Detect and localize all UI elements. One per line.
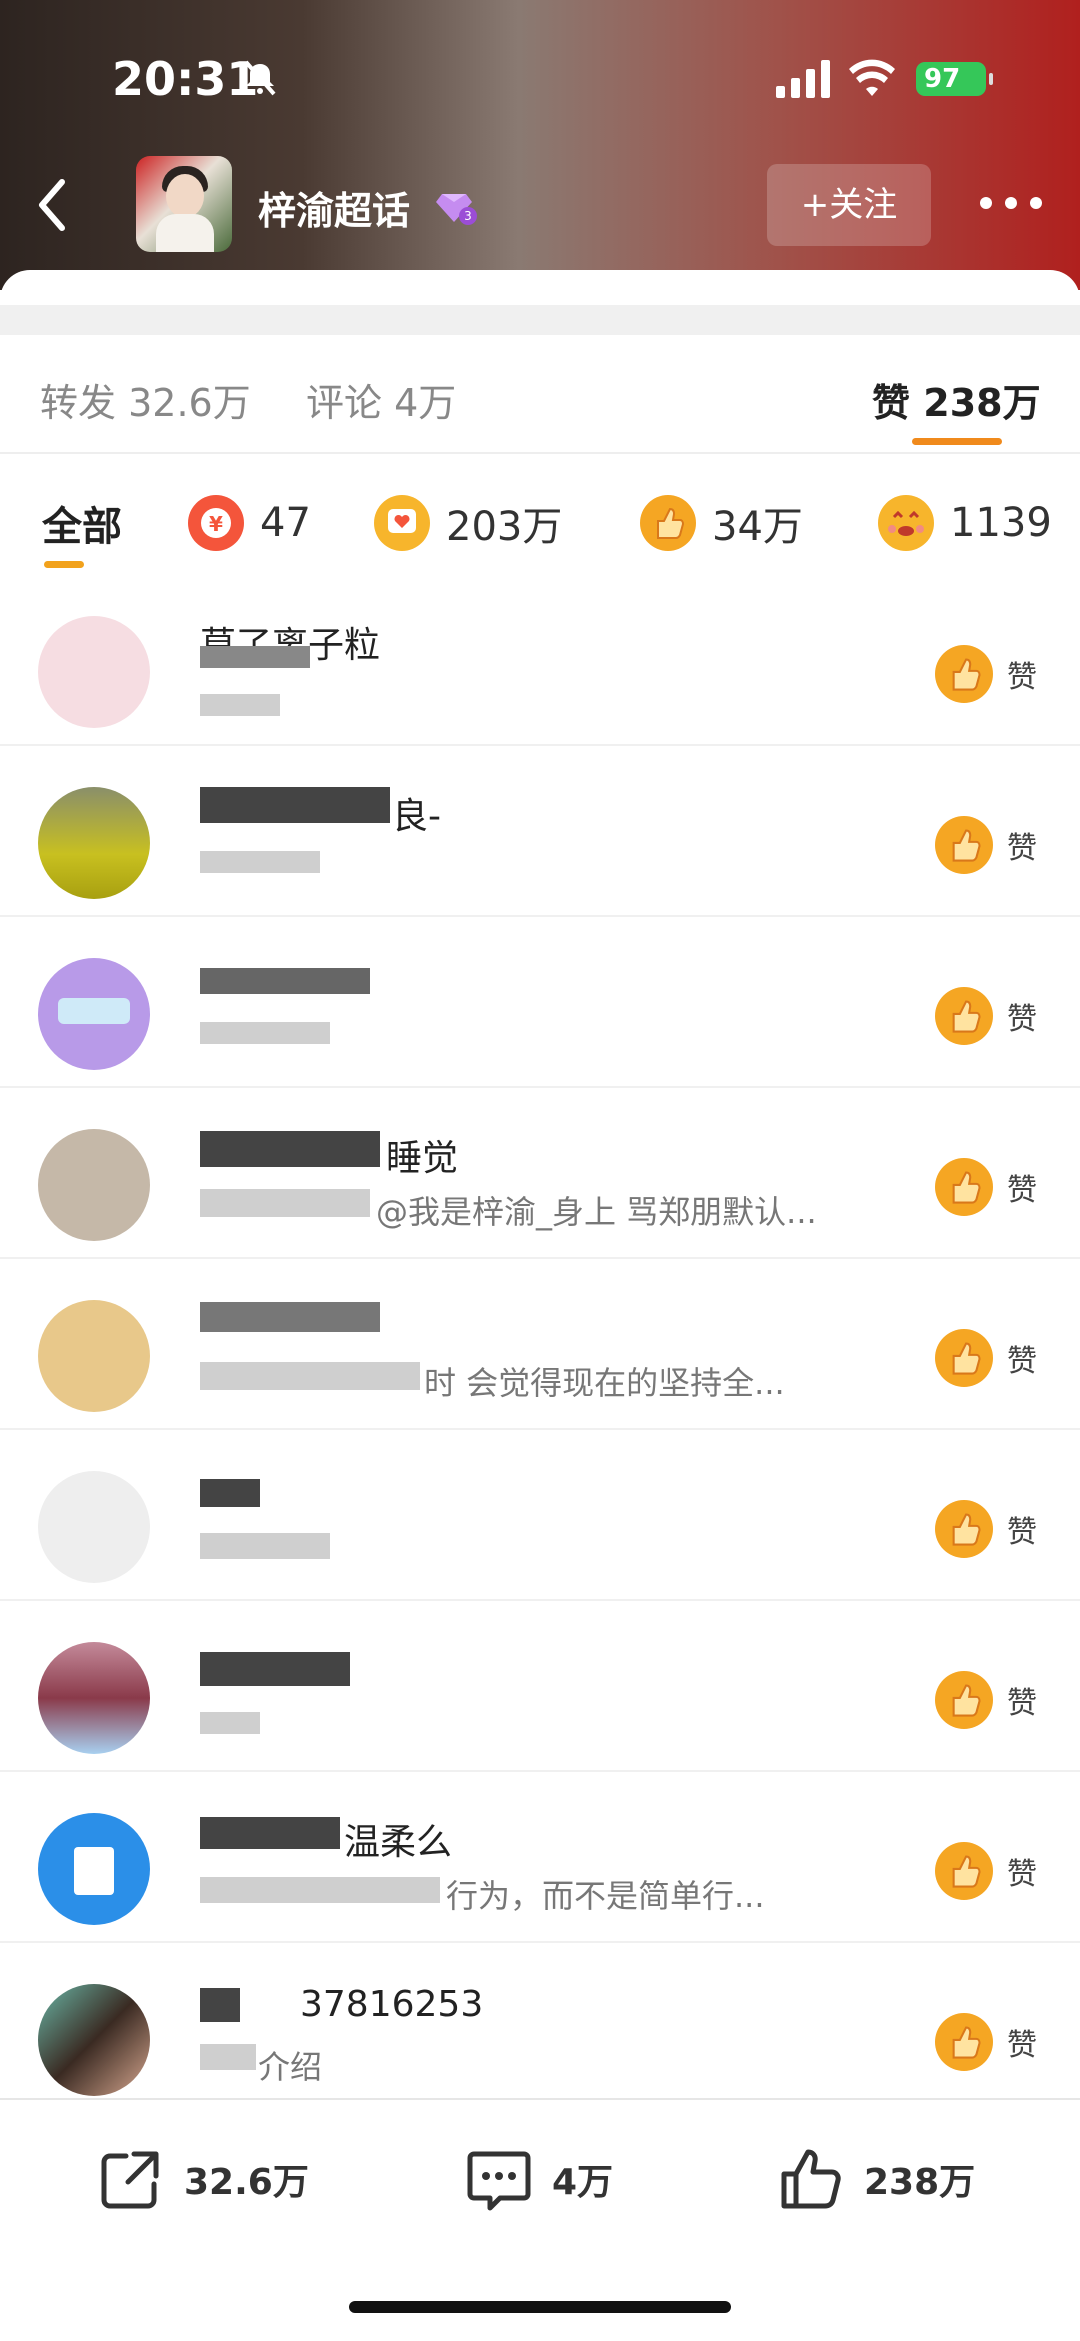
tab-repost[interactable]: 转发 32.6万 [40, 372, 251, 427]
battery-indicator: 97 [916, 62, 993, 96]
avatar[interactable] [38, 1129, 150, 1241]
avatar[interactable] [38, 1471, 150, 1583]
thumb-up-icon [935, 1842, 993, 1900]
like-total-button[interactable]: 238万 [776, 2144, 975, 2214]
filter-heart[interactable]: 203万 [374, 493, 562, 553]
avatar[interactable] [38, 1300, 150, 1412]
thumb-up-icon [935, 645, 993, 703]
filter-love[interactable]: 1139 [878, 493, 1052, 553]
more-options-icon[interactable] [978, 190, 1044, 216]
topic-title[interactable]: 梓渝超话 [258, 180, 410, 235]
list-item[interactable]: 睡觉 @我是梓渝_身上 骂郑朋默认... 赞 [0, 1089, 1080, 1259]
avatar[interactable] [38, 1813, 150, 1925]
yuan-gift-icon: ¥ [188, 495, 244, 551]
avatar[interactable] [38, 1984, 150, 2096]
tab-active-indicator [912, 438, 1002, 445]
list-item[interactable]: 良- 赞 [0, 747, 1080, 917]
list-item[interactable]: 赞 [0, 1431, 1080, 1601]
top-header: 20:31 97 梓渝超话 3 +关注 [0, 0, 1080, 290]
bell-muted-icon [244, 60, 276, 96]
topic-avatar[interactable] [136, 156, 232, 252]
thumb-up-icon [935, 1671, 993, 1729]
user-intro: 介绍 [258, 2048, 323, 2086]
like-button[interactable]: 赞 [935, 1328, 1055, 1388]
like-button[interactable]: 赞 [935, 1841, 1055, 1901]
tab-like[interactable]: 赞 238万 [872, 372, 1041, 427]
avatar[interactable] [38, 787, 150, 899]
back-arrow-icon[interactable] [28, 170, 78, 240]
avatar[interactable] [38, 616, 150, 728]
diamond-badge-icon: 3 [436, 194, 477, 225]
follow-button[interactable]: +关注 [767, 164, 931, 246]
home-indicator [349, 2301, 731, 2313]
status-time: 20:31 [112, 52, 259, 106]
like-button[interactable]: 赞 [935, 986, 1055, 1046]
thumb-up-icon [935, 816, 993, 874]
like-button[interactable]: 赞 [935, 2012, 1055, 2072]
list-item[interactable]: 时 会觉得现在的坚持全... 赞 [0, 1260, 1080, 1430]
user-name[interactable]: 温柔么 [344, 1813, 452, 1865]
thumb-up-icon [935, 1158, 993, 1216]
bottom-action-bar: 32.6万 4万 238万 [0, 2098, 1080, 2243]
thumb-up-icon [935, 1329, 993, 1387]
like-button[interactable]: 赞 [935, 644, 1055, 704]
user-name[interactable]: 睡觉 [386, 1129, 458, 1181]
like-button[interactable]: 赞 [935, 1670, 1055, 1730]
avatar[interactable] [38, 958, 150, 1070]
svg-text:3: 3 [464, 209, 472, 223]
share-icon [101, 2151, 159, 2209]
list-item[interactable]: 赞 [0, 1602, 1080, 1772]
list-item[interactable]: 温柔么 行为，而不是简单行... 赞 [0, 1773, 1080, 1943]
filter-all[interactable]: 全部 [42, 493, 122, 553]
like-button[interactable]: 赞 [935, 815, 1055, 875]
filter-active-indicator [44, 561, 84, 568]
user-name[interactable]: 良- [392, 787, 441, 839]
heart-bubble-icon [374, 495, 430, 551]
tab-comment[interactable]: 评论 4万 [306, 372, 456, 427]
comment-snippet: @我是梓渝_身上 骂郑朋默认... [376, 1193, 817, 1231]
like-button[interactable]: 赞 [935, 1157, 1055, 1217]
love-face-icon [878, 495, 934, 551]
interaction-tabs: 转发 32.6万 评论 4万 赞 238万 [0, 336, 1080, 454]
comment-button[interactable]: 4万 [464, 2144, 613, 2214]
reaction-filter-bar: 全部 ¥ 47 203万 34万 1139 [0, 455, 1080, 575]
thumb-up-outline-icon [781, 2149, 841, 2209]
comment-snippet: 时 会觉得现在的坚持全... [424, 1364, 785, 1402]
repost-button[interactable]: 32.6万 [96, 2144, 309, 2214]
wifi-icon [849, 59, 895, 96]
avatar[interactable] [38, 1642, 150, 1754]
filter-thumb[interactable]: 34万 [640, 493, 803, 553]
thumb-up-icon [935, 2013, 993, 2071]
comment-icon [467, 2151, 531, 2211]
divider-band [0, 305, 1080, 335]
comment-snippet: 行为，而不是简单行... [446, 1877, 765, 1915]
user-name[interactable]: 37816253 [300, 1984, 483, 2025]
svg-text:¥: ¥ [209, 512, 223, 536]
signal-icon [776, 60, 830, 98]
list-item[interactable]: 莫了离子粒 赞 [0, 576, 1080, 746]
filter-gift[interactable]: ¥ 47 [188, 493, 311, 553]
list-item[interactable]: 赞 [0, 918, 1080, 1088]
thumb-up-icon [935, 1500, 993, 1558]
like-button[interactable]: 赞 [935, 1499, 1055, 1559]
thumb-up-icon [935, 987, 993, 1045]
thumb-icon [640, 495, 696, 551]
list-item[interactable]: 37816253 介绍 赞 [0, 1944, 1080, 2114]
